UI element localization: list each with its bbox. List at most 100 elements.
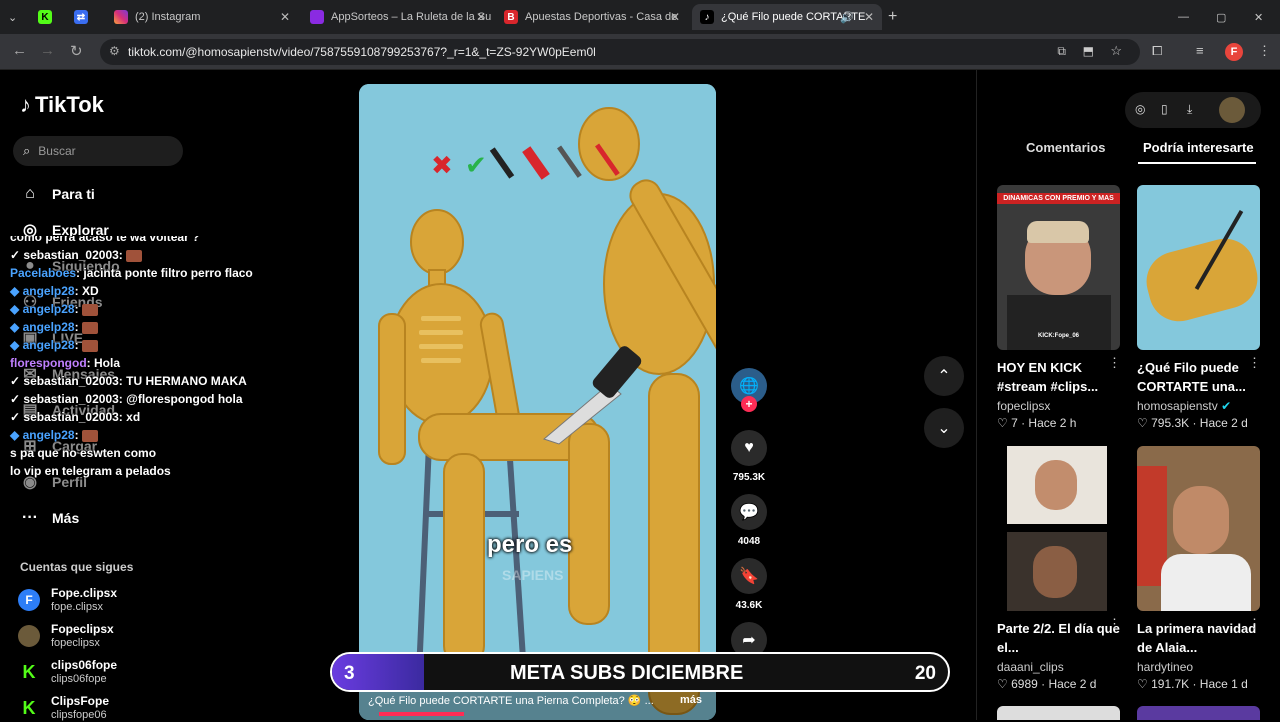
- tab-appsorteos[interactable]: AppSorteos – La Ruleta de la Su ✕: [304, 4, 494, 30]
- install-app-icon[interactable]: ⬒: [1083, 44, 1094, 58]
- compass-icon[interactable]: ◎: [1135, 102, 1145, 116]
- nav-label: Explorar: [52, 222, 109, 238]
- video-player[interactable]: ✖ ✔: [359, 84, 716, 720]
- video-thumbnail: DINAMICAS CON PREMIO Y MAS KICK:Fope_06: [997, 185, 1120, 350]
- more-options-icon[interactable]: ⋮: [1248, 616, 1261, 632]
- more-options-icon[interactable]: ⋮: [1108, 616, 1121, 632]
- comment-icon: 💬: [731, 494, 767, 530]
- suggested-video-card[interactable]: La primera navidad de Alaia... hardytine…: [1137, 446, 1261, 691]
- account-name: clips06fope: [51, 658, 118, 672]
- suggested-video-card[interactable]: DINAMICAS CON PREMIO Y MAS KICK:Fope_06 …: [997, 185, 1121, 430]
- forward-button[interactable]: →: [40, 42, 55, 59]
- next-video-button[interactable]: ⌄: [924, 408, 964, 448]
- followed-account[interactable]: Fopeclipsx fopeclipsx: [18, 622, 114, 650]
- more-link[interactable]: más: [680, 694, 702, 706]
- bookmark-star-icon[interactable]: ☆: [1110, 43, 1122, 59]
- close-icon[interactable]: ✕: [864, 10, 874, 24]
- right-panel: ◎ ▯ ⤓ Comentarios Podría interesarte DIN…: [977, 70, 1280, 720]
- chat-text: s pa que no eswten como: [10, 446, 157, 460]
- media-control-icon[interactable]: ≡: [1196, 43, 1204, 58]
- next-card-thumbnail[interactable]: [1137, 706, 1260, 720]
- suggested-video-card[interactable]: ¿Qué Filo puede CORTARTE una... homosapi…: [1137, 185, 1261, 430]
- translate-icon[interactable]: ⧉: [1057, 44, 1066, 59]
- nav-label: Más: [52, 510, 80, 526]
- thumbnail-text: KICK:Fope_06: [1037, 333, 1079, 339]
- maximize-button[interactable]: ▢: [1216, 4, 1230, 30]
- suggested-video-card[interactable]: Parte 2/2. El día que el... daaani_clips…: [997, 446, 1121, 691]
- chat-text: lo vip en telegram a pelados: [10, 464, 171, 478]
- close-icon[interactable]: ✕: [280, 10, 290, 24]
- card-author: fopeclipsx: [997, 399, 1051, 413]
- more-options-icon[interactable]: ⋮: [1108, 355, 1121, 371]
- menu-kebab-icon[interactable]: ⋮: [1258, 43, 1271, 59]
- chat-text: TU HERMANO MAKA: [126, 374, 247, 388]
- address-bar[interactable]: ⚙ tiktok.com/@homosapienstv/video/758755…: [100, 39, 1140, 65]
- minimize-button[interactable]: —: [1178, 4, 1192, 30]
- author-avatar[interactable]: 🌐 +: [728, 368, 770, 412]
- tab-comentarios[interactable]: Comentarios: [1026, 140, 1105, 155]
- tab-podria-interesarte[interactable]: Podría interesarte: [1143, 140, 1254, 155]
- chat-message: ◆ angelp28: XD: [10, 284, 99, 298]
- like-button[interactable]: ♥ 795.3K: [728, 430, 770, 483]
- tab-tiktok-active[interactable]: ♪ ¿Qué Filo puede CORTARTE 🔊 ✕: [692, 4, 882, 30]
- followed-account[interactable]: Kclips06fope clips06fope: [18, 658, 117, 686]
- chat-message: ✓ sebastian_02003: TU HERMANO MAKA: [10, 374, 247, 388]
- follow-plus-icon[interactable]: +: [741, 396, 757, 412]
- tab-apuestas[interactable]: B Apuestas Deportivas - Casa de ✕: [498, 4, 688, 30]
- heart-outline-icon: ♡: [997, 416, 1012, 430]
- next-card-thumbnail[interactable]: [997, 706, 1120, 720]
- pinned-tab-2[interactable]: ⇄: [74, 4, 96, 30]
- video-thumbnail: [1137, 185, 1260, 350]
- card-title: La primera navidad de Alaia...: [1137, 621, 1257, 655]
- close-icon[interactable]: ✕: [670, 10, 680, 24]
- close-icon[interactable]: ✕: [476, 10, 486, 24]
- reload-button[interactable]: ↻: [70, 42, 83, 60]
- site-info-icon[interactable]: ⚙: [109, 44, 120, 58]
- back-button[interactable]: ←: [12, 42, 27, 59]
- nav-para-ti[interactable]: ⌂ Para ti: [20, 182, 95, 206]
- following-accounts-title: Cuentas que sigues: [20, 560, 134, 574]
- pinned-tab-kick[interactable]: K: [38, 4, 60, 30]
- more-options-icon[interactable]: ⋮: [1248, 355, 1261, 371]
- account-handle: fope.clipsx: [51, 601, 103, 613]
- heart-outline-icon: ♡: [1137, 416, 1152, 430]
- nav-mas[interactable]: ··· Más: [20, 506, 79, 530]
- followed-account[interactable]: F Fope.clipsx fope.clipsx: [18, 586, 117, 614]
- emote-icon: [81, 429, 98, 442]
- chat-message: Pacelaboes: jacinta ponte filtro perro f…: [10, 266, 253, 280]
- search-input[interactable]: ⌕ Buscar: [13, 136, 183, 166]
- chat-user: sebastian_02003: [23, 410, 119, 424]
- tab-search-menu-button[interactable]: ⌄: [8, 4, 26, 30]
- profile-avatar[interactable]: F: [1225, 43, 1243, 61]
- chat-message: ✓ sebastian_02003: xd: [10, 410, 141, 424]
- card-stats: ♡ 7 · Hace 2 h: [997, 416, 1121, 430]
- kick-avatar: K: [18, 697, 40, 719]
- chat-text: @florespongod hola: [126, 392, 243, 406]
- comment-button[interactable]: 💬 4048: [728, 494, 770, 547]
- user-avatar[interactable]: [1219, 97, 1245, 123]
- speaker-icon[interactable]: 🔊: [840, 11, 854, 24]
- followed-account[interactable]: K ClipsFope clipsfope06: [18, 694, 109, 722]
- phone-icon[interactable]: ▯: [1161, 102, 1168, 116]
- browser-tab-bar: ⌄ K ⇄ (2) Instagram ✕ AppSorteos – La Rul…: [0, 0, 1280, 34]
- extensions-icon[interactable]: ⧠: [1152, 43, 1162, 59]
- download-icon[interactable]: ⤓: [1187, 102, 1192, 117]
- previous-video-button[interactable]: ⌃: [924, 356, 964, 396]
- close-window-button[interactable]: ✕: [1254, 4, 1268, 30]
- home-icon: ⌂: [25, 185, 35, 202]
- chat-message: ✓ sebastian_02003:: [10, 248, 143, 262]
- chat-user: angelp28: [22, 320, 75, 334]
- tiktok-icon: ♪: [700, 10, 714, 24]
- save-button[interactable]: 🔖 43.6K: [728, 558, 770, 611]
- new-tab-button[interactable]: +: [888, 4, 908, 30]
- kick-icon: K: [38, 10, 52, 24]
- chat-message: s pa que no eswten como: [10, 446, 156, 460]
- nav-label: Para ti: [52, 186, 95, 202]
- chat-user: angelp28: [22, 428, 75, 442]
- tab-instagram[interactable]: (2) Instagram ✕: [108, 4, 298, 30]
- chat-text: XD: [81, 284, 99, 298]
- tiktok-logo[interactable]: ♪ TikTok: [20, 92, 104, 118]
- active-tab-underline: [1138, 162, 1256, 164]
- chat-user: sebastian_02003: [23, 248, 119, 262]
- chat-text: xd: [126, 410, 141, 424]
